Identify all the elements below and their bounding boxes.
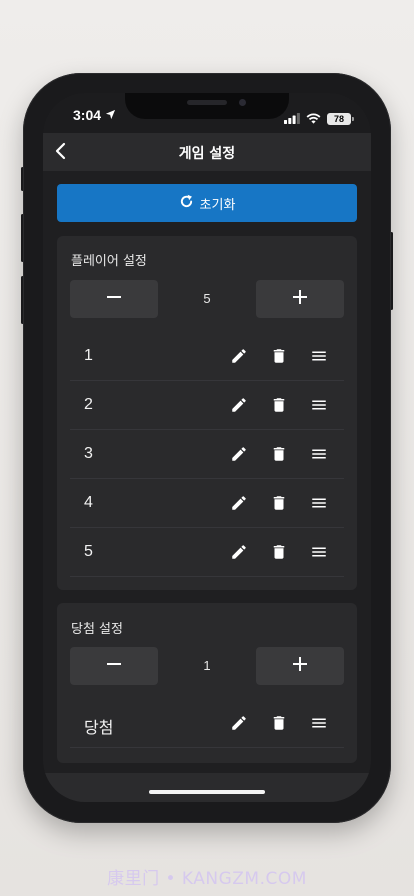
wifi-icon	[306, 109, 321, 128]
pencil-icon[interactable]	[228, 712, 250, 734]
trash-icon[interactable]	[268, 492, 290, 514]
location-arrow-icon	[105, 107, 116, 123]
trash-icon[interactable]	[268, 345, 290, 367]
pencil-icon[interactable]	[228, 443, 250, 465]
player-name: 1	[84, 347, 93, 364]
player-name: 2	[84, 396, 93, 413]
reset-label: 초기화	[199, 197, 236, 213]
winner-settings-title: 당첨 설정	[71, 622, 123, 637]
winner-decrement-button[interactable]	[70, 647, 158, 685]
navigation-bar: 게임 설정	[43, 133, 371, 171]
hamburger-icon[interactable]	[308, 492, 330, 514]
battery-indicator: 78	[327, 112, 354, 125]
page-title: 게임 설정	[178, 146, 236, 162]
winner-row: 당첨	[70, 699, 344, 748]
watermark: 康里门 • KANGZM.COM	[107, 869, 307, 889]
camera	[239, 99, 246, 106]
player-name: 4	[84, 494, 93, 511]
player-row: 5	[70, 528, 344, 577]
player-row: 4	[70, 479, 344, 528]
pencil-icon[interactable]	[228, 394, 250, 416]
hamburger-icon[interactable]	[308, 394, 330, 416]
home-indicator[interactable]	[149, 790, 265, 794]
minus-icon	[106, 289, 122, 309]
hamburger-icon[interactable]	[308, 541, 330, 563]
trash-icon[interactable]	[268, 443, 290, 465]
hamburger-icon[interactable]	[308, 345, 330, 367]
status-indicators: 78	[284, 109, 354, 128]
trash-icon[interactable]	[268, 712, 290, 734]
hamburger-icon[interactable]	[308, 712, 330, 734]
player-name: 3	[84, 445, 93, 462]
bottom-bar	[43, 773, 371, 802]
plus-icon	[292, 656, 308, 676]
player-row: 2	[70, 381, 344, 430]
player-settings-card: 플레이어 설정 5 1 2 3 4 5	[57, 236, 357, 590]
pencil-icon[interactable]	[228, 345, 250, 367]
winner-name: 당첨	[84, 720, 114, 737]
player-name: 5	[84, 543, 93, 560]
refresh-icon	[179, 194, 194, 213]
minus-icon	[106, 656, 122, 676]
player-decrement-button[interactable]	[70, 280, 158, 318]
player-increment-button[interactable]	[256, 280, 344, 318]
reset-button[interactable]: 초기화	[57, 184, 357, 222]
player-row: 3	[70, 430, 344, 479]
trash-icon[interactable]	[268, 394, 290, 416]
trash-icon[interactable]	[268, 541, 290, 563]
status-time: 3:04	[73, 107, 116, 123]
player-settings-title: 플레이어 설정	[71, 254, 147, 269]
player-row: 1	[70, 332, 344, 381]
winner-count-stepper: 1	[70, 647, 344, 685]
speaker	[187, 100, 227, 105]
winner-settings-card: 당첨 설정 1 당첨	[57, 603, 357, 763]
winner-count-value: 1	[203, 658, 211, 673]
player-count-value: 5	[203, 291, 211, 306]
pencil-icon[interactable]	[228, 492, 250, 514]
winner-increment-button[interactable]	[256, 647, 344, 685]
notch	[125, 93, 289, 119]
phone-screen: 3:04 78 게임 설정 초기화 플레이어 설정 5 1 2 3 4 5 당첨…	[43, 93, 371, 802]
cellular-signal-icon	[284, 109, 300, 128]
player-count-stepper: 5	[70, 280, 344, 318]
hamburger-icon[interactable]	[308, 443, 330, 465]
settings-content: 초기화 플레이어 설정 5 1 2 3 4 5 당첨 설정 1 당첨	[43, 171, 371, 773]
pencil-icon[interactable]	[228, 541, 250, 563]
plus-icon	[292, 289, 308, 309]
